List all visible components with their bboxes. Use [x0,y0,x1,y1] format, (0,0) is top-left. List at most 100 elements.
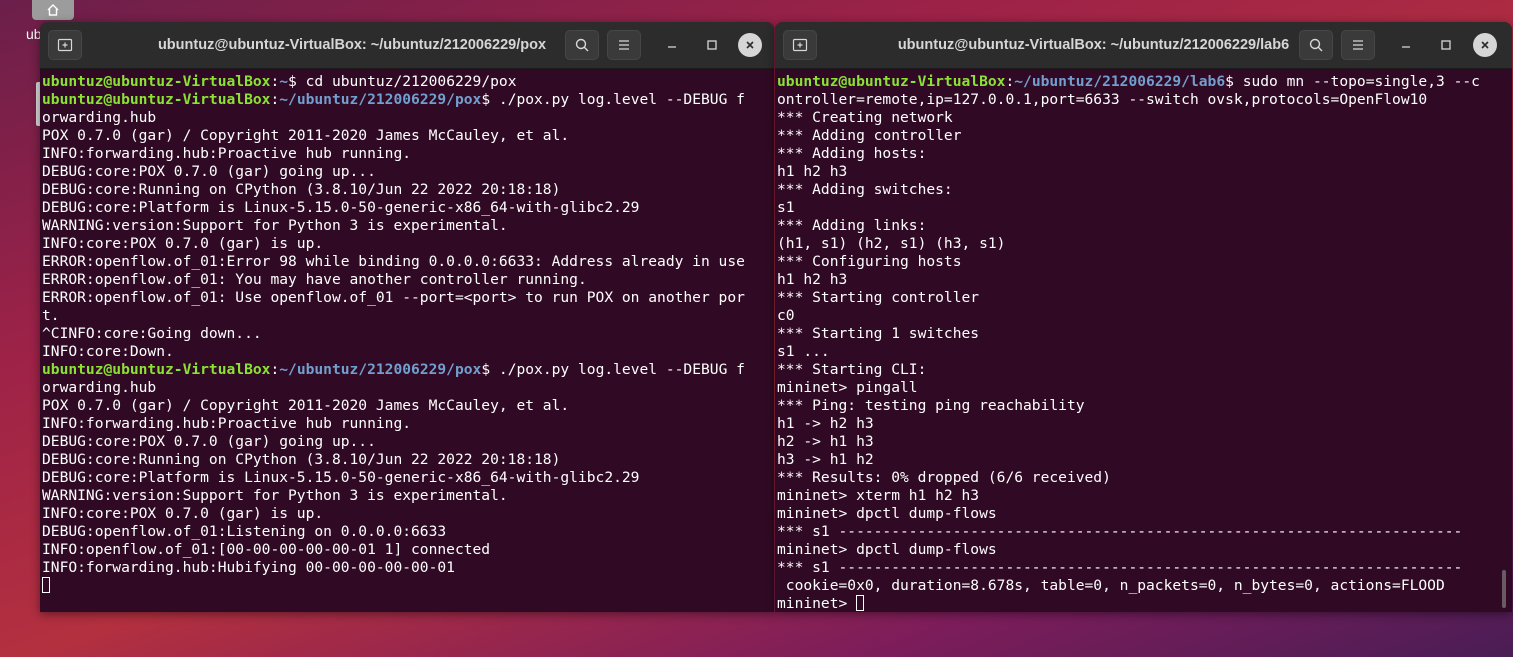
line-text: $ sudo mn --topo=single,3 --c [1225,73,1480,90]
terminal-line: DEBUG:core:Running on CPython (3.8.10/Ju… [42,181,774,199]
line-text: ERROR:openflow.of_01:Error 98 while bind… [42,253,745,270]
titlebar[interactable]: ubuntuz@ubuntuz-VirtualBox: ~/ubuntuz/21… [40,22,774,69]
terminal-line: INFO:core:POX 0.7.0 (gar) is up. [42,235,774,253]
line-text: (h1, s1) (h2, s1) (h3, s1) [777,235,1006,252]
close-button[interactable] [1473,33,1497,57]
line-text: h1 h2 h3 [777,271,848,288]
terminal-line: *** s1 ---------------------------------… [777,559,1512,577]
new-tab-icon [57,38,73,52]
line-text: *** Ping: testing ping reachability [777,397,1085,414]
maximize-button[interactable] [697,30,727,60]
prompt-path: ~/ubuntuz/212006229/pox [279,361,482,378]
terminal-line: ERROR:openflow.of_01:Error 98 while bind… [42,253,774,271]
terminal-line: INFO:openflow.of_01:[00-00-00-00-00-01 1… [42,541,774,559]
line-text: ERROR:openflow.of_01: Use openflow.of_01… [42,289,745,306]
line-text: DEBUG:core:Platform is Linux-5.15.0-50-g… [42,199,640,216]
terminal-line: ubuntuz@ubuntuz-VirtualBox:~/ubuntuz/212… [42,91,774,109]
search-button[interactable] [565,30,599,60]
terminal-line: *** Creating network [777,109,1512,127]
menu-button[interactable] [1341,30,1375,60]
terminal-window-pox[interactable]: ubuntuz@ubuntuz-VirtualBox: ~/ubuntuz/21… [40,22,774,612]
terminal-line: DEBUG:openflow.of_01:Listening on 0.0.0.… [42,523,774,541]
terminal-window-lab6[interactable]: ubuntuz@ubuntuz-VirtualBox: ~/ubuntuz/21… [775,22,1512,612]
prompt-path: ~/ubuntuz/212006229/pox [279,91,482,108]
terminal-line: orwarding.hub [42,109,774,127]
line-text: mininet> dpctl dump-flows [777,505,997,522]
search-button[interactable] [1299,30,1333,60]
terminal-line: s1 ... [777,343,1512,361]
new-tab-button[interactable] [783,30,817,60]
terminal-line: *** Starting controller [777,289,1512,307]
menu-button[interactable] [607,30,641,60]
minimize-button[interactable] [1391,30,1421,60]
terminal-line: h1 h2 h3 [777,271,1512,289]
prompt-path: ~ [279,73,289,90]
line-text: INFO:forwarding.hub:Hubifying 00-00-00-0… [42,559,455,576]
minimize-button[interactable] [657,30,687,60]
line-text: POX 0.7.0 (gar) / Copyright 2011-2020 Ja… [42,127,570,144]
line-text: h2 -> h1 h3 [777,433,874,450]
terminal-output[interactable]: ubuntuz@ubuntuz-VirtualBox:~/ubuntuz/212… [775,69,1512,612]
terminal-line: ontroller=remote,ip=127.0.0.1,port=6633 … [777,91,1512,109]
terminal-line: DEBUG:core:Platform is Linux-5.15.0-50-g… [42,469,774,487]
terminal-line: mininet> xterm h1 h2 h3 [777,487,1512,505]
terminal-line: DEBUG:core:POX 0.7.0 (gar) going up... [42,163,774,181]
maximize-button[interactable] [1431,30,1461,60]
terminal-line: c0 [777,307,1512,325]
line-text: INFO:core:POX 0.7.0 (gar) is up. [42,235,324,252]
terminal-line: ubuntuz@ubuntuz-VirtualBox:~$ cd ubuntuz… [42,73,774,91]
terminal-line: mininet> dpctl dump-flows [777,505,1512,523]
terminal-line: *** Starting CLI: [777,361,1512,379]
line-text: *** Adding links: [777,217,927,234]
terminal-line: POX 0.7.0 (gar) / Copyright 2011-2020 Ja… [42,397,774,415]
terminal-line: mininet> [777,595,1512,612]
home-folder-icon[interactable] [32,0,74,20]
line-text: mininet> xterm h1 h2 h3 [777,487,980,504]
terminal-line: DEBUG:core:Platform is Linux-5.15.0-50-g… [42,199,774,217]
search-icon [575,38,589,52]
line-text: *** Adding controller [777,127,962,144]
line-text: DEBUG:core:Running on CPython (3.8.10/Ju… [42,181,561,198]
titlebar[interactable]: ubuntuz@ubuntuz-VirtualBox: ~/ubuntuz/21… [775,22,1512,69]
maximize-icon [707,40,717,50]
line-text: t. [42,307,60,324]
line-text: mininet> dpctl dump-flows [777,541,997,558]
line-text: $ ./pox.py log.level --DEBUG f [481,91,745,108]
line-text: s1 [777,199,795,216]
terminal-line: *** Ping: testing ping reachability [777,397,1512,415]
line-text: *** Results: 0% dropped (6/6 received) [777,469,1111,486]
terminal-line: (h1, s1) (h2, s1) (h3, s1) [777,235,1512,253]
terminal-line: *** Adding links: [777,217,1512,235]
scrollbar[interactable] [1502,570,1506,608]
terminal-line: ubuntuz@ubuntuz-VirtualBox:~/ubuntuz/212… [777,73,1512,91]
terminal-line: t. [42,307,774,325]
line-text: DEBUG:core:POX 0.7.0 (gar) going up... [42,163,376,180]
close-icon [746,41,754,49]
terminal-line: ERROR:openflow.of_01: You may have anoth… [42,271,774,289]
line-text: ERROR:openflow.of_01: You may have anoth… [42,271,587,288]
terminal-line: ubuntuz@ubuntuz-VirtualBox:~/ubuntuz/212… [42,361,774,379]
terminal-line: *** Adding hosts: [777,145,1512,163]
line-text: $ cd ubuntuz/212006229/pox [288,73,517,90]
terminal-line: *** Results: 0% dropped (6/6 received) [777,469,1512,487]
line-text: *** Starting CLI: [777,361,927,378]
terminal-line: WARNING:version:Support for Python 3 is … [42,487,774,505]
terminal-line: mininet> pingall [777,379,1512,397]
line-text: DEBUG:openflow.of_01:Listening on 0.0.0.… [42,523,447,540]
line-text: WARNING:version:Support for Python 3 is … [42,487,508,504]
line-text: *** Starting 1 switches [777,325,980,342]
terminal-line: *** Starting 1 switches [777,325,1512,343]
new-tab-button[interactable] [48,30,82,60]
terminal-line: *** Adding switches: [777,181,1512,199]
search-icon [1309,38,1323,52]
line-text: c0 [777,307,795,324]
line-text: WARNING:version:Support for Python 3 is … [42,217,508,234]
close-button[interactable] [738,33,762,57]
line-text: orwarding.hub [42,109,157,126]
line-text: INFO:core:POX 0.7.0 (gar) is up. [42,505,324,522]
prompt-user: ubuntuz@ubuntuz-VirtualBox [42,91,271,108]
terminal-line: h2 -> h1 h3 [777,433,1512,451]
terminal-output[interactable]: ubuntuz@ubuntuz-VirtualBox:~$ cd ubuntuz… [40,69,774,612]
line-text: ontroller=remote,ip=127.0.0.1,port=6633 … [777,91,1428,108]
terminal-line: *** Adding controller [777,127,1512,145]
